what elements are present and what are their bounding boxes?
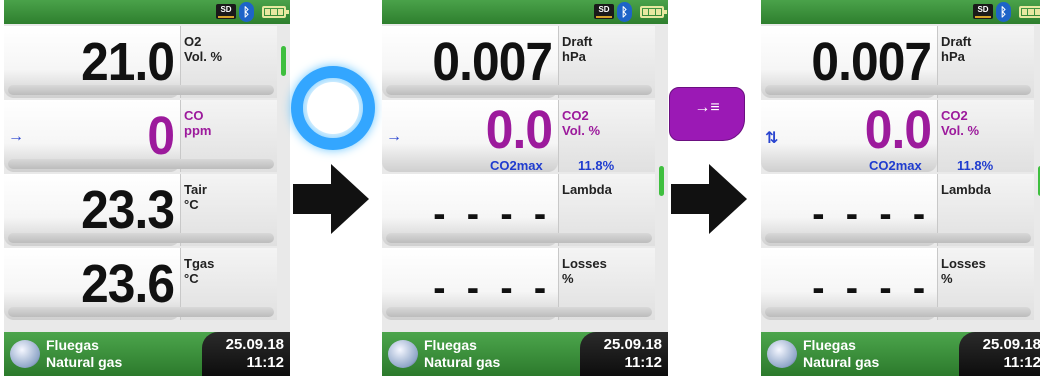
measurement-value: 21.0 <box>80 32 175 92</box>
arrow-right-icon <box>293 164 369 234</box>
battery-icon <box>1019 6 1040 18</box>
battery-icon <box>262 6 289 18</box>
program-name: Fluegas <box>424 337 477 353</box>
measurement-value: 0.0 <box>485 100 553 160</box>
screen-2: SD ᛒ 0.007 Draft hPa → 0.0 CO2 Vol. % CO2m… <box>382 0 668 376</box>
measurement-row-draft[interactable]: 0.007 Draft hPa <box>761 26 1035 98</box>
measurement-row-co2[interactable]: ⇅ 0.0 CO2 Vol. % CO2max 11.8% <box>761 100 1035 173</box>
sd-card-icon: SD <box>973 4 993 19</box>
measurement-row-co2[interactable]: → 0.0 CO2 Vol. % CO2max 11.8% <box>382 100 656 173</box>
bluetooth-icon: ᛒ <box>239 2 254 22</box>
status-bottom-bar: Fluegas Natural gas 25.09.18 11:12 <box>761 332 1040 376</box>
swap-arrows-icon: ⇅ <box>765 130 779 147</box>
status-top-bar: SD ᛒ <box>4 0 290 24</box>
co2max-label: CO2max <box>869 158 922 173</box>
date: 25.09.18 <box>603 336 662 353</box>
date: 25.09.18 <box>225 336 284 353</box>
measurement-value: 0.007 <box>811 32 932 92</box>
globe-icon <box>388 340 418 368</box>
measurement-row-lambda[interactable]: - - - - Lambda <box>761 174 1035 246</box>
measurement-label: Losses% <box>941 256 986 286</box>
measurement-value: 0 <box>147 106 175 166</box>
co2max-value: 11.8% <box>578 158 615 173</box>
status-bottom-bar: Fluegas Natural gas 25.09.18 11:12 <box>382 332 668 376</box>
measurement-label: Draft hPa <box>562 34 593 64</box>
screen-3: SD ᛒ 0.007 Draft hPa ⇅ 0.0 CO2 Vol. % CO2m… <box>761 0 1040 376</box>
measurement-row-tair[interactable]: 23.3 Tair °C <box>4 174 278 246</box>
measurement-label: Tair °C <box>184 182 207 212</box>
scrollbar[interactable] <box>281 46 286 76</box>
measurement-row-lambda[interactable]: - - - - Lambda <box>382 174 656 246</box>
measurement-row-draft[interactable]: 0.007 Draft hPa <box>382 26 656 98</box>
measurement-label: O2 Vol. % <box>184 34 223 64</box>
fuel-type: Natural gas <box>424 354 501 370</box>
measurement-label: Tgas °C <box>184 256 215 286</box>
measurement-value: 0.007 <box>432 32 553 92</box>
program-name: Fluegas <box>803 337 856 353</box>
screen-1: SD ᛒ 21.0 O2 Vol. % → 0 CO ppm 23.3 Tair °C… <box>4 0 290 376</box>
status-bottom-bar: Fluegas Natural gas 25.09.18 11:12 <box>4 332 290 376</box>
co2max-value: 11.8% <box>957 158 994 173</box>
co2max-label: CO2max <box>490 158 543 173</box>
globe-icon <box>10 340 40 368</box>
measurement-row-o2[interactable]: 21.0 O2 Vol. % <box>4 26 278 98</box>
right-arrow-icon: → <box>386 128 402 145</box>
measurement-label: CO2 Vol. % <box>562 108 601 138</box>
status-top-bar: SD ᛒ <box>761 0 1040 24</box>
battery-icon <box>640 6 667 18</box>
measurement-value: - - - - <box>812 266 931 310</box>
time: 11:12 <box>624 354 662 371</box>
bluetooth-icon: ᛒ <box>617 2 632 22</box>
measurement-row-co[interactable]: → 0 CO ppm <box>4 100 278 172</box>
measurement-value: - - - - <box>812 192 931 236</box>
date: 25.09.18 <box>982 336 1040 353</box>
measurement-label: CO ppm <box>184 108 212 138</box>
fuel-type: Natural gas <box>46 354 123 370</box>
program-name: Fluegas <box>46 337 99 353</box>
right-arrow-icon: → <box>8 128 24 145</box>
sd-card-icon: SD <box>216 4 236 19</box>
measurement-label: Losses% <box>562 256 607 286</box>
measurement-label: Lambda <box>562 182 612 197</box>
measurement-row-losses[interactable]: - - - - Losses% <box>761 248 1035 320</box>
arrow-right-icon <box>671 164 747 234</box>
measurement-value: 23.3 <box>80 180 175 240</box>
time: 11:12 <box>246 354 284 371</box>
measurement-label: Lambda <box>941 182 991 197</box>
list-key-icon: →≡ <box>669 87 745 141</box>
measurement-value: 23.6 <box>80 254 175 314</box>
measurement-row-tgas[interactable]: 23.6 Tgas °C <box>4 248 278 320</box>
globe-icon <box>767 340 797 368</box>
measurement-value: - - - - <box>433 192 552 236</box>
measurement-value: - - - - <box>433 266 552 310</box>
bluetooth-icon: ᛒ <box>996 2 1011 22</box>
fuel-type: Natural gas <box>803 354 880 370</box>
measurement-label: Draft hPa <box>941 34 972 64</box>
measurement-value: 0.0 <box>864 100 932 160</box>
measurement-row-losses[interactable]: - - - - Losses% <box>382 248 656 320</box>
sd-card-icon: SD <box>594 4 614 19</box>
scrollbar[interactable] <box>659 166 664 196</box>
circle-key-icon <box>291 66 375 150</box>
status-top-bar: SD ᛒ <box>382 0 668 24</box>
time: 11:12 <box>1003 354 1040 371</box>
measurement-label: CO2 Vol. % <box>941 108 980 138</box>
